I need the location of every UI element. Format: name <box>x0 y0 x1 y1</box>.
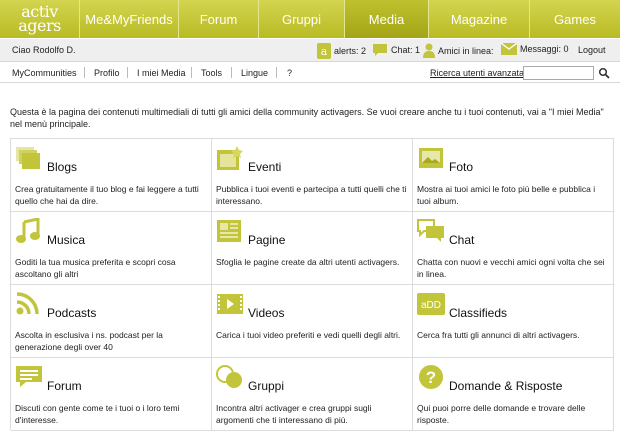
card-description: Chatta con nuovi e vecchi amici ogni vol… <box>417 257 605 279</box>
subnav-divider <box>191 67 192 78</box>
card-videos[interactable]: Videos Carica i tuoi video preferiti e v… <box>212 285 413 358</box>
subnav-divider <box>276 67 277 78</box>
tab-media[interactable]: Media <box>345 0 429 38</box>
subnav-tools[interactable]: Tools <box>201 68 222 78</box>
domande-icon: ? <box>419 365 443 389</box>
envelope-icon <box>501 43 517 55</box>
card-title: Gruppi <box>248 379 285 393</box>
svg-text:a: a <box>321 45 328 58</box>
card-description: Mostra ai tuoi amici le foto più belle e… <box>417 184 596 206</box>
card-description: Carica i tuoi video preferiti e vedi que… <box>216 330 401 340</box>
person-icon <box>423 43 435 58</box>
card-description: Qui puoi porre delle domande e trovare d… <box>417 403 586 425</box>
chat-status-link[interactable]: Chat: 1 <box>372 43 420 57</box>
card-title: Musica <box>47 233 86 247</box>
subnav-help[interactable]: ? <box>287 68 292 78</box>
alerts-label: alerts: 2 <box>334 46 367 56</box>
messages-link[interactable]: Messaggi: 0 <box>501 43 569 55</box>
card-title: Classifieds <box>449 306 508 320</box>
subnav-divider <box>231 67 232 78</box>
card-title: Forum <box>47 379 82 393</box>
card-chat[interactable]: Chat Chatta con nuovi e vecchi amici ogn… <box>413 212 614 285</box>
chat-bubble-icon <box>373 44 387 56</box>
musica-icon <box>16 218 40 243</box>
pagine-icon <box>217 220 241 242</box>
top-navigation: activ agers Me&MyFriends Forum Gruppi Me… <box>0 0 620 38</box>
card-description: Crea gratuitamente il tuo blog e fai leg… <box>15 184 199 206</box>
logo-line2: agers <box>18 16 61 35</box>
tab-gruppi[interactable]: Gruppi <box>259 0 345 38</box>
forum-icon <box>16 366 42 387</box>
card-title: Videos <box>248 306 285 320</box>
media-grid: Blogs Crea gratuitamente il tuo blog e f… <box>10 138 614 431</box>
card-description: Pubblica i tuoi eventi e partecipa a tut… <box>216 184 407 206</box>
videos-icon <box>217 294 243 314</box>
podcasts-icon <box>16 292 39 315</box>
friends-online-link[interactable]: Amici in linea: <box>423 43 494 58</box>
search-icon[interactable] <box>598 67 610 79</box>
foto-icon <box>419 148 443 168</box>
messages-label: Messaggi: 0 <box>520 44 569 54</box>
card-musica[interactable]: Musica Goditi la tua musica preferita e … <box>11 212 212 285</box>
user-bar: Ciao Rodolfo D. a alerts: 2 Chat: 1 Amic… <box>0 39 620 62</box>
card-pagine[interactable]: Pagine Sfoglia le pagine create da altri… <box>212 212 413 285</box>
activagers-logo[interactable]: activ agers <box>0 0 80 38</box>
logout-link[interactable]: Logout <box>578 45 606 55</box>
card-domande-risposte[interactable]: ? Domande & Risposte Qui puoi porre dell… <box>413 358 614 431</box>
logout-label[interactable]: Logout <box>578 45 606 55</box>
sub-navigation: MyCommunities Profilo I miei Media Tools… <box>0 63 620 83</box>
eventi-icon <box>217 146 243 170</box>
card-forum[interactable]: Forum Discuti con gente come te i tuoi o… <box>11 358 212 431</box>
card-title: Domande & Risposte <box>449 379 563 393</box>
chat-label: Chat: 1 <box>391 45 421 55</box>
card-title: Podcasts <box>47 306 97 320</box>
alerts-link[interactable]: a alerts: 2 <box>317 43 366 59</box>
card-classifieds[interactable]: aDD Classifieds Cerca fra tutti gli annu… <box>413 285 614 358</box>
subnav-lingue[interactable]: Lingue <box>241 68 268 78</box>
card-description: Discuti con gente come te i tuoi o i lor… <box>15 403 180 425</box>
card-title: Foto <box>449 160 474 174</box>
card-title: Chat <box>449 233 475 247</box>
chat-icon <box>417 219 444 242</box>
subnav-i-miei-media[interactable]: I miei Media <box>137 68 186 78</box>
card-podcasts[interactable]: Podcasts Ascolta in esclusiva i ns. podc… <box>11 285 212 358</box>
card-title: Blogs <box>47 160 78 174</box>
friends-online-label: Amici in linea: <box>438 45 494 56</box>
card-blogs[interactable]: Blogs Crea gratuitamente il tuo blog e f… <box>11 139 212 212</box>
card-foto[interactable]: Foto Mostra ai tuoi amici le foto più be… <box>413 139 614 212</box>
subnav-divider <box>84 67 85 78</box>
subnav-divider <box>127 67 128 78</box>
svg-text:aDD: aDD <box>421 300 441 311</box>
subnav-profilo[interactable]: Profilo <box>94 68 120 78</box>
card-description: Ascolta in esclusiva i ns. podcast per l… <box>15 330 163 352</box>
card-description: Sfoglia le pagine create da altri utenti… <box>216 257 400 267</box>
search-input[interactable] <box>523 66 594 80</box>
card-gruppi[interactable]: Gruppi Incontra altri activager e crea g… <box>212 358 413 431</box>
tab-games[interactable]: Games <box>530 0 620 38</box>
alerts-icon: a <box>317 43 331 59</box>
tab-forum[interactable]: Forum <box>179 0 259 38</box>
card-eventi[interactable]: Eventi Pubblica i tuoi eventi e partecip… <box>212 139 413 212</box>
card-title: Eventi <box>248 160 282 174</box>
advanced-search-link[interactable]: Ricerca utenti avanzata <box>430 68 524 78</box>
classifieds-icon: aDD <box>417 293 445 315</box>
subnav-mycommunities[interactable]: MyCommunities <box>12 68 77 78</box>
greeting-text: Ciao Rodolfo D. <box>12 45 76 55</box>
card-description: Cerca fra tutti gli annunci di altri act… <box>417 330 580 340</box>
card-description: Goditi la tua musica preferita e scopri … <box>15 257 176 279</box>
card-title: Pagine <box>248 233 286 247</box>
tab-magazine[interactable]: Magazine <box>429 0 530 38</box>
intro-text: Questa è la pagina dei contenuti multime… <box>10 107 604 129</box>
tab-me-myfriends[interactable]: Me&MyFriends <box>80 0 179 38</box>
card-description: Incontra altri activager e crea gruppi s… <box>216 403 372 425</box>
gruppi-icon <box>216 365 242 388</box>
blogs-icon <box>16 147 40 169</box>
svg-text:?: ? <box>426 368 436 387</box>
